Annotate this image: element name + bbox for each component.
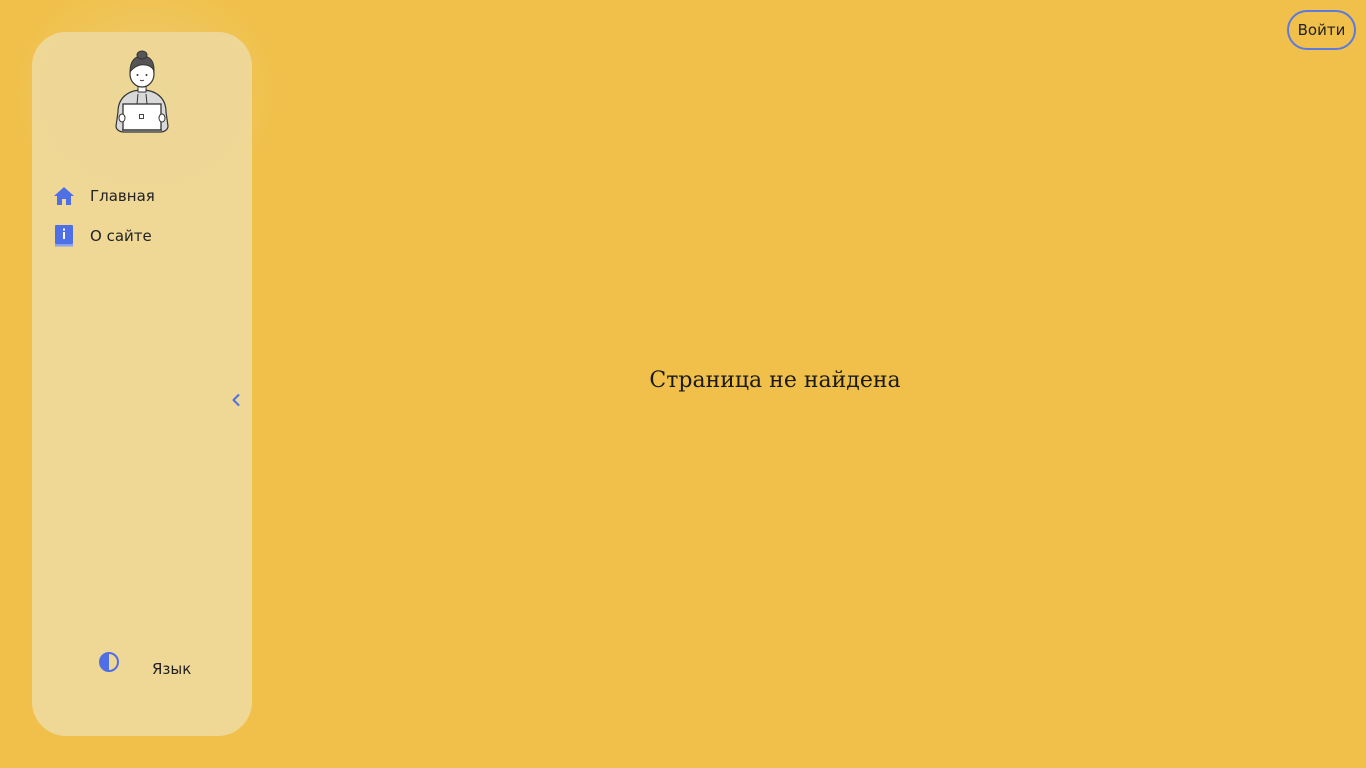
login-button[interactable]: Войти xyxy=(1287,10,1356,50)
page: Страница не найдена Главная О сайте Язык… xyxy=(0,0,1366,768)
sidebar-item-about[interactable]: О сайте xyxy=(52,216,242,256)
person-with-laptop-icon xyxy=(115,50,169,133)
sidebar: Главная О сайте Язык xyxy=(0,0,290,736)
sidebar-item-label: Главная xyxy=(90,187,155,205)
sidebar-item-home[interactable]: Главная xyxy=(52,176,242,216)
home-icon xyxy=(52,184,76,208)
language-selector[interactable]: Язык xyxy=(152,660,191,678)
collapse-sidebar-button[interactable] xyxy=(226,390,246,410)
avatar xyxy=(110,50,174,134)
contrast-icon xyxy=(99,652,119,672)
sidebar-nav: Главная О сайте xyxy=(52,176,242,256)
chevron-left-icon xyxy=(232,394,240,406)
sidebar-item-label: О сайте xyxy=(90,227,152,245)
info-book-icon xyxy=(52,224,76,248)
theme-toggle-button[interactable] xyxy=(98,651,122,675)
